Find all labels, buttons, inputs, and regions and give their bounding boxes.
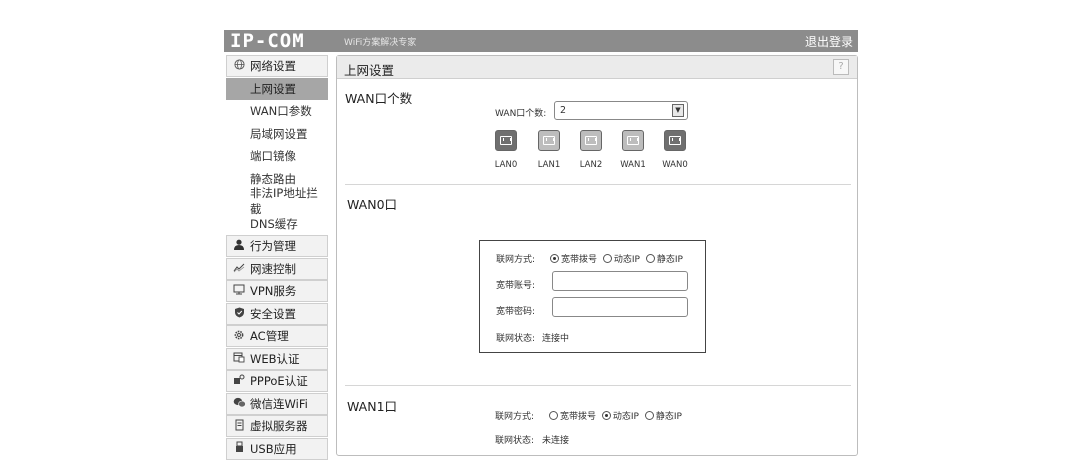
ethernet-port-icon [580, 130, 602, 151]
wan0-password-label: 宽带密码: [496, 307, 536, 317]
brand-tagline: WiFi方案解决专家 [344, 38, 417, 48]
sidebar-group-label: 网速控制 [250, 261, 296, 276]
port-label: LAN0 [494, 160, 518, 170]
wan1-mode-dhcp[interactable]: 动态IP [601, 411, 639, 422]
port-wan0[interactable]: WAN0 [662, 130, 688, 170]
port-label: LAN2 [579, 160, 603, 170]
top-header-bar: IP-COM WiFi方案解决专家 退出登录 [224, 30, 858, 52]
sidebar-group-virtual-server[interactable]: 虚拟服务器 [226, 415, 328, 437]
sidebar-group-label: 微信连WiFi [250, 396, 308, 411]
sidebar-group-label: 行为管理 [250, 239, 296, 253]
server-icon [232, 419, 246, 434]
globe-icon [232, 59, 246, 73]
sidebar-group-wechat-wifi[interactable]: 微信连WiFi [226, 392, 328, 415]
wan1-mode-label: 联网方式: [495, 412, 535, 422]
radio-unchecked-icon [644, 411, 654, 420]
sidebar-item-internet-settings[interactable]: 上网设置 [226, 77, 328, 100]
pppoe-key-icon [232, 374, 246, 388]
radio-checked-icon [601, 411, 611, 420]
brand-logo: IP-COM [230, 30, 305, 52]
ethernet-port-icon [495, 130, 517, 151]
sidebar-group-speed[interactable]: 网速控制 [226, 257, 328, 280]
wan1-section-title: WAN1口 [347, 399, 398, 414]
wan0-mode-dhcp[interactable]: 动态IP [602, 254, 640, 265]
user-icon [232, 239, 246, 253]
panel-header: 上网设置 ? [337, 56, 857, 79]
sidebar-item-ip-block[interactable]: 非法IP地址拦截 [226, 186, 328, 216]
wechat-icon [232, 397, 246, 411]
page-title: 上网设置 [344, 63, 395, 78]
sidebar: 网络设置 上网设置 WAN口参数 局域网设置 端口镜像 静态路由 非法IP地址拦… [226, 55, 328, 468]
sidebar-group-ac[interactable]: AC管理 [226, 325, 328, 347]
wan0-account-input[interactable] [552, 271, 688, 291]
wan0-settings-box: 联网方式: 宽带拨号 动态IP 静态IP 宽带账号: 宽带密码: 联网状态: 连… [479, 240, 706, 353]
sidebar-group-label: 网络设置 [250, 59, 296, 73]
help-button[interactable]: ? [833, 59, 849, 75]
chevron-down-icon: ▼ [672, 104, 684, 117]
wan-count-section-title: WAN口个数 [345, 91, 413, 106]
ethernet-port-icon [538, 130, 560, 151]
wan0-mode-static[interactable]: 静态IP [645, 254, 683, 265]
sidebar-group-label: 虚拟服务器 [250, 419, 308, 433]
sidebar-item-wan-params[interactable]: WAN口参数 [226, 100, 328, 123]
wan-count-label: WAN口个数: [495, 109, 547, 119]
port-label: WAN1 [620, 160, 646, 170]
sidebar-item-lan-settings[interactable]: 局域网设置 [226, 123, 328, 146]
sidebar-group-label: AC管理 [250, 329, 289, 343]
wan-count-value: 2 [560, 105, 567, 116]
sidebar-group-label: VPN服务 [250, 284, 297, 298]
radio-unchecked-icon [645, 254, 655, 263]
section-divider [345, 385, 851, 386]
sidebar-group-behavior[interactable]: 行为管理 [226, 235, 328, 257]
sidebar-group-label: WEB认证 [250, 351, 300, 366]
gear-icon [232, 329, 246, 344]
wan1-status-label: 联网状态: [495, 436, 535, 446]
wan0-status-value: 连接中 [542, 334, 570, 344]
port-lan2[interactable]: LAN2 [580, 130, 602, 170]
sidebar-group-network[interactable]: 网络设置 [226, 55, 328, 77]
wan0-account-label: 宽带账号: [496, 281, 536, 291]
wan1-mode-options: 宽带拨号 动态IP 静态IP [549, 409, 685, 422]
logout-link[interactable]: 退出登录 [805, 33, 853, 50]
wan0-mode-label: 联网方式: [496, 255, 536, 265]
ethernet-port-icon [622, 130, 644, 151]
port-label: WAN0 [662, 160, 688, 170]
sidebar-group-usb[interactable]: USB应用 [226, 437, 328, 460]
main-panel: 上网设置 ? WAN口个数 WAN口个数: 2 ▼ LAN0 LAN1 LAN2… [336, 55, 858, 456]
vpn-monitor-icon [232, 284, 246, 298]
sidebar-group-label: USB应用 [250, 441, 297, 456]
section-divider [345, 184, 851, 185]
wan1-mode-pppoe[interactable]: 宽带拨号 [549, 411, 596, 422]
wan1-status-value: 未连接 [542, 436, 570, 446]
port-lan1[interactable]: LAN1 [538, 130, 560, 170]
sidebar-item-port-mirror[interactable]: 端口镜像 [226, 145, 328, 168]
sidebar-group-vpn[interactable]: VPN服务 [226, 280, 328, 302]
port-lan0[interactable]: LAN0 [495, 130, 517, 170]
sidebar-group-pppoe[interactable]: PPPoE认证 [226, 370, 328, 392]
sidebar-group-label: PPPoE认证 [250, 374, 308, 388]
wan0-mode-pppoe[interactable]: 宽带拨号 [550, 254, 597, 265]
port-wan1[interactable]: WAN1 [620, 130, 646, 170]
wan0-mode-options: 宽带拨号 动态IP 静态IP [550, 252, 686, 265]
radio-unchecked-icon [602, 254, 612, 263]
sidebar-group-security[interactable]: 安全设置 [226, 302, 328, 325]
speed-graph-icon [232, 262, 246, 276]
wan0-section-title: WAN0口 [347, 197, 398, 212]
wan1-mode-static[interactable]: 静态IP [644, 411, 682, 422]
wan0-password-input[interactable] [552, 297, 688, 317]
shield-icon [232, 307, 246, 321]
sidebar-group-label: 安全设置 [250, 306, 296, 321]
usb-icon [232, 441, 246, 456]
wan0-status-label: 联网状态: [496, 334, 536, 344]
port-label: LAN1 [537, 160, 561, 170]
web-auth-icon [232, 352, 246, 366]
wan-count-select[interactable]: 2 ▼ [554, 101, 688, 120]
sidebar-group-web-auth[interactable]: WEB认证 [226, 347, 328, 370]
radio-checked-icon [550, 254, 559, 263]
ethernet-port-icon [664, 130, 686, 151]
radio-unchecked-icon [549, 411, 558, 420]
